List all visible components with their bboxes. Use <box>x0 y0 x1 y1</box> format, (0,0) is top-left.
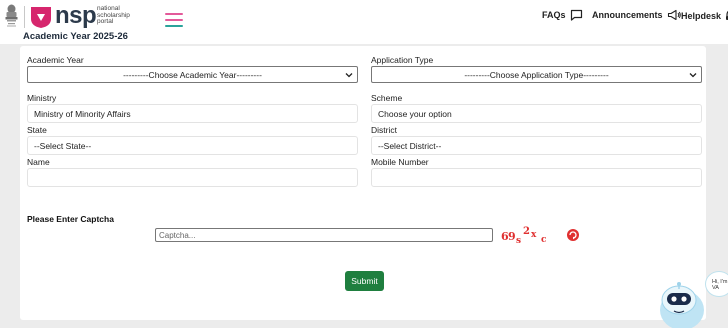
submit-button[interactable]: Submit <box>345 271 384 291</box>
captcha-label: Please Enter Captcha <box>27 214 114 224</box>
svg-text:c: c <box>541 235 547 245</box>
refresh-icon[interactable] <box>566 228 580 242</box>
academic-year-label: Academic Year <box>27 55 84 65</box>
svg-text:2: 2 <box>523 226 530 237</box>
ministry-label: Ministry <box>27 93 57 103</box>
mobile-number-label: Mobile Number <box>371 157 429 167</box>
academic-year-value: ---------Choose Academic Year--------- <box>123 69 262 80</box>
ministry-select[interactable]: Ministry of Minority Affairs <box>27 104 358 123</box>
scheme-value: Choose your option <box>378 108 452 119</box>
state-value: --Select State-- <box>34 140 92 151</box>
brand-name: nsp <box>55 2 97 29</box>
chevron-down-icon <box>689 73 697 78</box>
hamburger-menu-icon[interactable] <box>165 13 183 27</box>
captcha-placeholder: Captcha... <box>159 230 196 240</box>
nav-faqs[interactable]: FAQs <box>542 9 583 21</box>
nav-helpdesk-label: Helpdesk <box>681 10 722 21</box>
nsp-logo-icon <box>31 7 51 28</box>
application-type-value: ---------Choose Application Type--------… <box>464 69 609 80</box>
application-type-select[interactable]: ---------Choose Application Type--------… <box>371 66 702 83</box>
academic-year-label: Academic Year 2025-26 <box>23 31 128 42</box>
nav-announcements[interactable]: Announcements <box>592 9 681 21</box>
application-type-label: Application Type <box>371 55 434 65</box>
district-value: --Select District-- <box>378 140 442 151</box>
chatbot-greeting-bubble[interactable]: Hi, I'm VA <box>705 271 728 297</box>
nav-announcements-label: Announcements <box>592 10 663 20</box>
national-emblem-icon <box>5 4 18 27</box>
svg-text:s: s <box>516 236 521 246</box>
megaphone-icon <box>667 9 681 21</box>
academic-year-select[interactable]: ---------Choose Academic Year--------- <box>27 66 358 83</box>
scheme-select[interactable]: Choose your option <box>371 104 702 123</box>
state-select[interactable]: --Select State-- <box>27 136 358 155</box>
name-input[interactable] <box>27 168 358 187</box>
district-label: District <box>371 125 397 135</box>
mobile-number-input[interactable] <box>371 168 702 187</box>
state-label: State <box>27 125 47 135</box>
scheme-label: Scheme <box>371 93 403 103</box>
chevron-down-icon <box>345 73 353 78</box>
svg-text:x: x <box>531 230 537 240</box>
chat-bubble-icon <box>570 9 582 21</box>
site-header: nsp national scholarship portal Academic… <box>0 0 728 44</box>
captcha-input[interactable]: Captcha... <box>155 228 493 242</box>
brand-subtitle: national scholarship portal <box>97 5 130 25</box>
svg-text:9: 9 <box>508 230 516 243</box>
captcha-image: 6 9 s 2 x c <box>501 226 547 246</box>
nav-faqs-label: FAQs <box>542 10 566 20</box>
chatbot-icon[interactable] <box>652 270 712 328</box>
ministry-value: Ministry of Minority Affairs <box>34 108 131 119</box>
logo-divider <box>24 6 25 28</box>
nav-helpdesk[interactable]: Helpdesk <box>681 9 728 22</box>
name-label: Name <box>27 157 50 167</box>
district-select[interactable]: --Select District-- <box>371 136 702 155</box>
